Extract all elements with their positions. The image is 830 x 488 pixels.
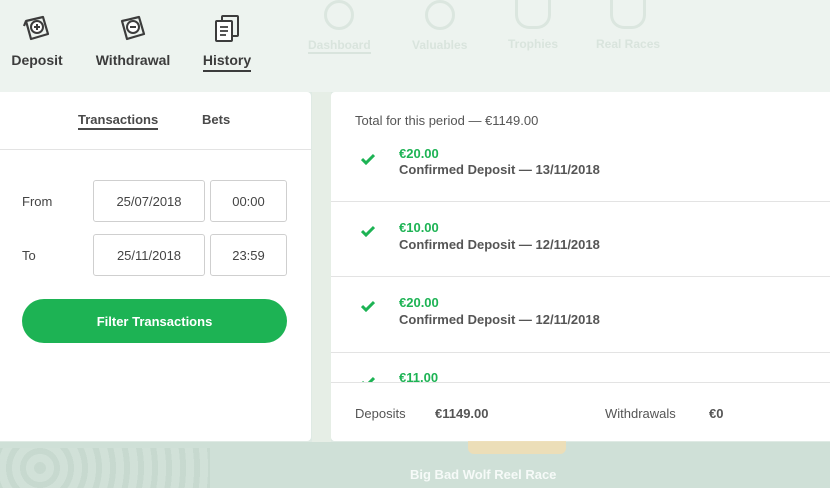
- withdrawals-label: Withdrawals: [605, 406, 676, 421]
- transaction-list[interactable]: €20.00 Confirmed Deposit — 13/11/2018 €1…: [331, 149, 830, 382]
- nav-withdrawal-label: Withdrawal: [95, 52, 171, 68]
- to-time-input[interactable]: 23:59: [210, 234, 287, 276]
- withdrawal-icon: [120, 15, 146, 41]
- nav-history[interactable]: History: [202, 12, 252, 72]
- tab-transactions[interactable]: Transactions: [78, 112, 159, 130]
- deposits-value: €1149.00: [435, 406, 489, 421]
- background-nav: Dashboard Valuables Trophies Real Races: [300, 0, 700, 60]
- from-row: From 25/07/2018 00:00: [0, 180, 311, 224]
- to-label: To: [22, 248, 36, 263]
- background-pattern: [0, 448, 210, 488]
- from-label: From: [22, 194, 53, 209]
- to-row: To 25/11/2018 23:59: [0, 234, 311, 278]
- nav-history-label: History: [202, 52, 252, 72]
- check-icon: [361, 153, 375, 165]
- filter-transactions-button[interactable]: Filter Transactions: [22, 299, 287, 343]
- history-icon: [215, 15, 239, 42]
- totals-summary: Deposits €1149.00 Withdrawals €0: [331, 382, 830, 441]
- transaction-item: €10.00 Confirmed Deposit — 12/11/2018: [331, 202, 830, 277]
- deposits-label: Deposits: [355, 406, 406, 421]
- withdrawals-value: €0: [709, 406, 724, 421]
- transaction-item: €20.00 Confirmed Deposit — 12/11/2018: [331, 277, 830, 352]
- transaction-amount: €20.00: [399, 295, 439, 310]
- from-date-input[interactable]: 25/07/2018: [93, 180, 205, 222]
- nav-deposit[interactable]: Deposit: [11, 12, 63, 68]
- nav-withdrawal[interactable]: Withdrawal: [93, 12, 173, 68]
- deposit-icon: [22, 15, 50, 41]
- ghost-nav-trophies: Trophies: [508, 0, 558, 51]
- ghost-nav-dashboard: Dashboard: [308, 0, 371, 54]
- transaction-description: Confirmed Deposit — 12/11/2018: [399, 237, 600, 252]
- transactions-panel: Total for this period — €1149.00 €20.00 …: [331, 92, 830, 441]
- transaction-item: €11.00: [331, 353, 830, 382]
- check-icon: [361, 300, 375, 312]
- from-time-input[interactable]: 00:00: [210, 180, 287, 222]
- transaction-amount: €11.00: [399, 370, 439, 382]
- transaction-amount: €10.00: [399, 220, 439, 235]
- transaction-description: Confirmed Deposit — 13/11/2018: [399, 162, 600, 177]
- transaction-amount: €20.00: [399, 149, 439, 161]
- history-tabs: Transactions Bets: [0, 92, 311, 150]
- to-date-input[interactable]: 25/11/2018: [93, 234, 205, 276]
- ghost-nav-valuables: Valuables: [412, 0, 467, 52]
- tab-bets[interactable]: Bets: [202, 112, 230, 127]
- filter-panel: Transactions Bets From 25/07/2018 00:00 …: [0, 92, 311, 441]
- check-icon: [361, 225, 375, 237]
- transaction-description: Confirmed Deposit — 12/11/2018: [399, 312, 600, 327]
- background-button: [468, 441, 566, 454]
- nav-deposit-label: Deposit: [11, 52, 63, 68]
- period-total: Total for this period — €1149.00: [355, 113, 539, 128]
- ghost-nav-real-races: Real Races: [596, 0, 660, 51]
- background-banner-text: Big Bad Wolf Reel Race: [410, 467, 557, 482]
